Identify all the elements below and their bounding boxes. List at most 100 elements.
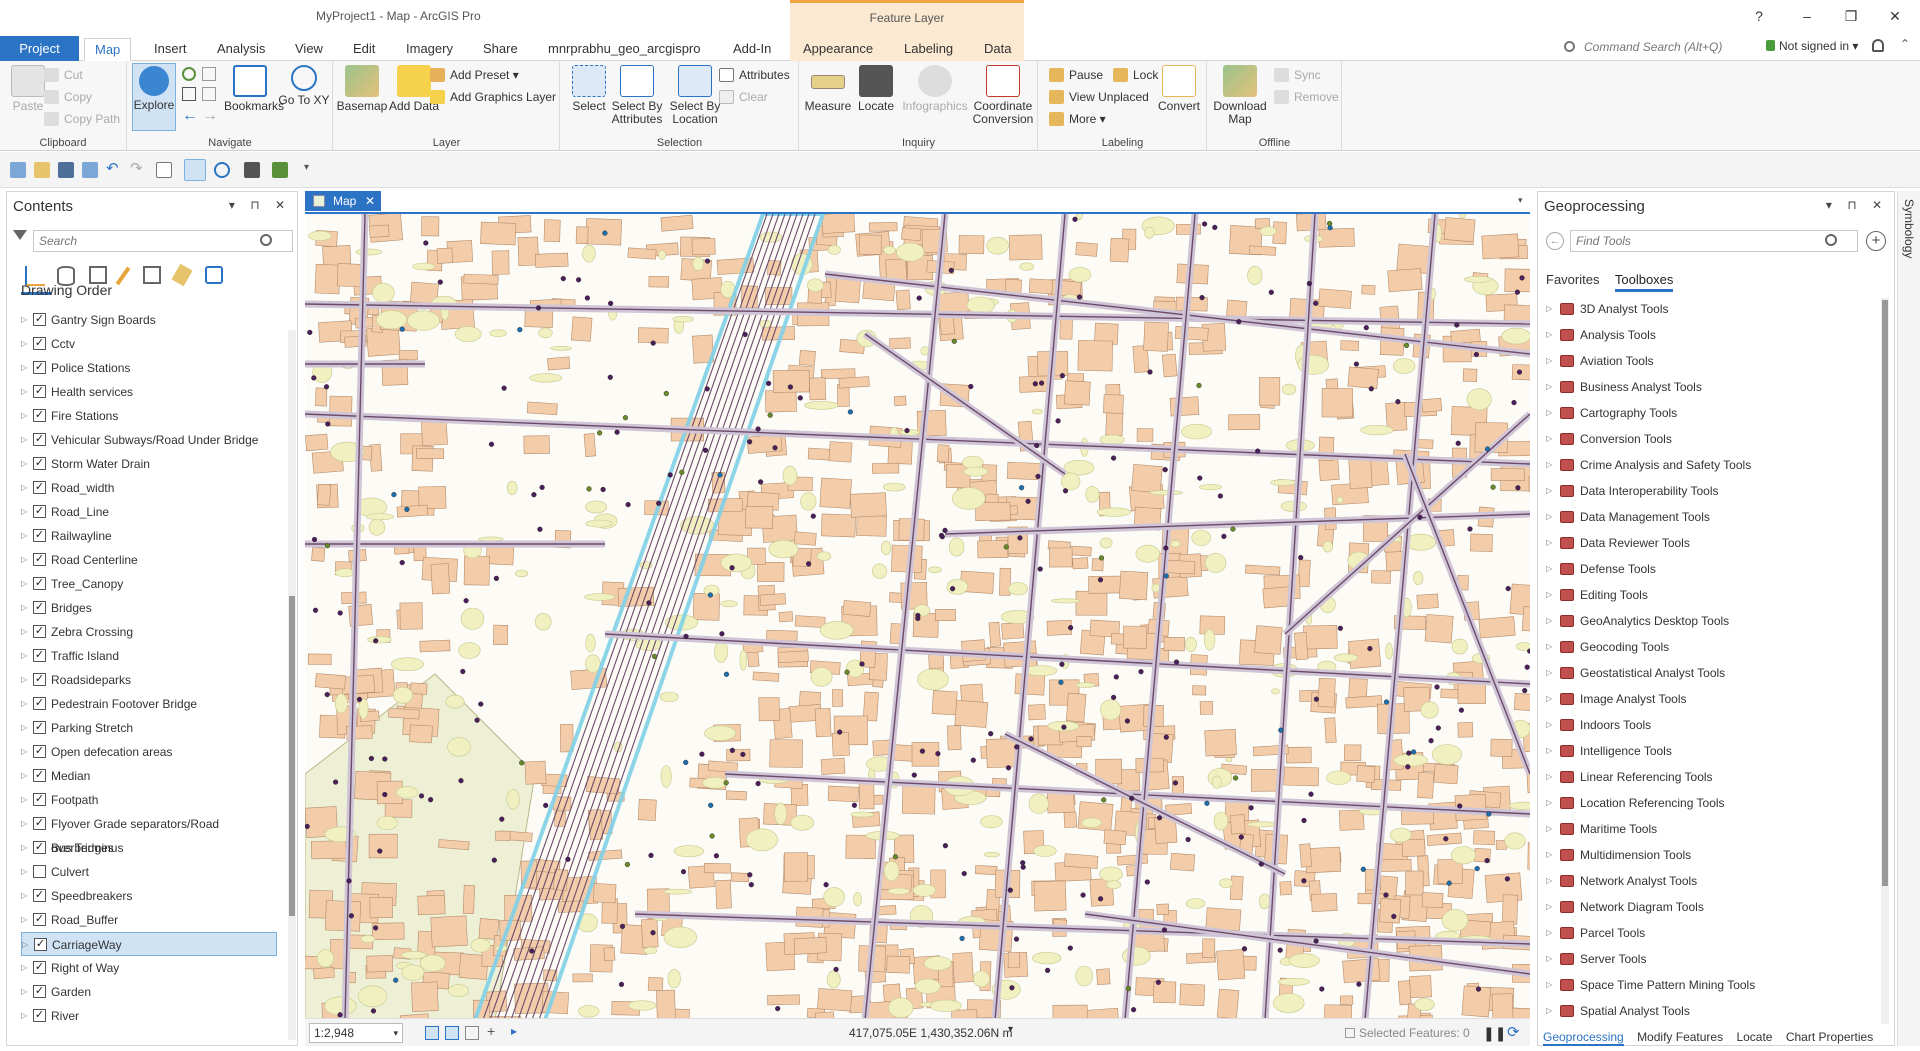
- expand-arrow-icon[interactable]: ▷: [21, 908, 27, 932]
- crosshair-icon[interactable]: +: [487, 1023, 495, 1039]
- explore-button[interactable]: Explore: [132, 63, 176, 131]
- back-icon[interactable]: ←: [1546, 232, 1564, 250]
- scale-dropdown[interactable]: 1:2,948 ▾: [309, 1023, 403, 1043]
- goto-xy-small-icon[interactable]: [272, 162, 288, 178]
- zoom-in-icon[interactable]: [214, 162, 230, 178]
- ribbon-collapse-icon[interactable]: ⌃: [1900, 37, 1910, 51]
- list-by-perspective-icon[interactable]: [205, 266, 223, 284]
- help-button[interactable]: ?: [1744, 5, 1774, 27]
- toolbox-item[interactable]: ▷ Parcel Tools: [1538, 920, 1878, 946]
- expand-arrow-icon[interactable]: ▷: [21, 572, 27, 596]
- expand-arrow-icon[interactable]: ▷: [21, 476, 27, 500]
- layer-row[interactable]: ▷ ✓ Police Stations: [7, 356, 285, 380]
- layer-visibility-checkbox[interactable]: ✓: [33, 721, 46, 734]
- expand-arrow-icon[interactable]: ▷: [1546, 894, 1552, 920]
- back-arrow-icon[interactable]: ←: [182, 107, 198, 125]
- toolbox-item[interactable]: ▷ Geocoding Tools: [1538, 634, 1878, 660]
- expand-arrow-icon[interactable]: ▷: [21, 740, 27, 764]
- toolbox-item[interactable]: ▷ Geostatistical Analyst Tools: [1538, 660, 1878, 686]
- binoculars-small-icon[interactable]: [244, 162, 260, 178]
- new-project-icon[interactable]: [10, 162, 26, 178]
- map-view-options-icon[interactable]: ▾: [1518, 195, 1523, 206]
- layer-visibility-checkbox[interactable]: ✓: [33, 985, 46, 998]
- toolbox-item[interactable]: ▷ Multidimension Tools: [1538, 842, 1878, 868]
- explore-tool-icon[interactable]: [184, 159, 206, 181]
- tab-chart-properties[interactable]: Chart Properties: [1786, 1030, 1873, 1044]
- layer-row[interactable]: ▷ ✓ Health services: [7, 380, 285, 404]
- remove-button[interactable]: Remove: [1274, 87, 1339, 107]
- layer-row[interactable]: ▷ ✓ Road_Line: [7, 500, 285, 524]
- convert-button[interactable]: Convert: [1153, 65, 1205, 113]
- tab-share[interactable]: Share: [473, 38, 528, 61]
- layer-row[interactable]: ▷ ✓ Median: [7, 764, 285, 788]
- expand-arrow-icon[interactable]: ▷: [21, 356, 27, 380]
- expand-arrow-icon[interactable]: ▷: [21, 716, 27, 740]
- layer-visibility-checkbox[interactable]: ✓: [33, 505, 46, 518]
- list-by-editing-icon[interactable]: [115, 266, 131, 286]
- goto-xy-button[interactable]: Go To XY: [278, 65, 330, 107]
- layer-row[interactable]: ▷ ✓ Fire Stations: [7, 404, 285, 428]
- tab-data[interactable]: Data: [974, 38, 1021, 61]
- signin-button[interactable]: Not signed in ▾: [1766, 39, 1858, 53]
- expand-arrow-icon[interactable]: ▷: [1546, 556, 1552, 582]
- table-grid-icon[interactable]: [465, 1026, 479, 1040]
- selected-features-count[interactable]: Selected Features: 0: [1345, 1026, 1470, 1040]
- toolbox-scrollbar[interactable]: [1881, 298, 1889, 1024]
- expand-arrow-icon[interactable]: ▷: [1546, 400, 1552, 426]
- layer-row[interactable]: ▷ ✓ CarriageWay: [21, 932, 277, 956]
- layer-visibility-checkbox[interactable]: ✓: [33, 961, 46, 974]
- toolbox-item[interactable]: ▷ Space Time Pattern Mining Tools: [1538, 972, 1878, 998]
- expand-arrow-icon[interactable]: ▷: [21, 956, 27, 980]
- expand-arrow-icon[interactable]: ▷: [21, 596, 27, 620]
- view-unplaced-button[interactable]: View Unplaced: [1049, 87, 1149, 107]
- layer-row[interactable]: ▷ ✓ Parking Stretch: [7, 716, 285, 740]
- open-project-icon[interactable]: [34, 162, 50, 178]
- minimize-button[interactable]: –: [1792, 5, 1822, 27]
- layer-row[interactable]: ▷ ✓ Traffic Island: [7, 644, 285, 668]
- expand-arrow-icon[interactable]: ▷: [1546, 348, 1552, 374]
- expand-arrow-icon[interactable]: ▷: [21, 884, 27, 908]
- tab-appearance[interactable]: Appearance: [793, 38, 883, 61]
- contents-search-input[interactable]: Search: [33, 230, 293, 252]
- expand-arrow-icon[interactable]: ▷: [1546, 764, 1552, 790]
- expand-arrow-icon[interactable]: ▷: [21, 644, 27, 668]
- list-by-snapping-icon[interactable]: [143, 266, 161, 284]
- expand-arrow-icon[interactable]: ▷: [1546, 660, 1552, 686]
- layer-row[interactable]: ▷ ✓ Bus Terminus: [7, 836, 285, 860]
- expand-arrow-icon[interactable]: ▷: [21, 836, 27, 860]
- expand-arrow-icon[interactable]: ▷: [1546, 296, 1552, 322]
- layer-row[interactable]: ▷ ✓ River: [7, 1004, 285, 1028]
- coordinate-units-chevron-icon[interactable]: ▾: [1008, 1024, 1013, 1035]
- expand-arrow-icon[interactable]: ▷: [1546, 946, 1552, 972]
- layer-visibility-checkbox[interactable]: ✓: [33, 793, 46, 806]
- layer-visibility-checkbox[interactable]: ✓: [33, 841, 46, 854]
- layer-row[interactable]: ▷ ✓ Pedestrain Footover Bridge: [7, 692, 285, 716]
- table-icon[interactable]: [156, 162, 172, 178]
- filter-icon[interactable]: [13, 230, 27, 240]
- toolbox-item[interactable]: ▷ Indoors Tools: [1538, 712, 1878, 738]
- layer-visibility-checkbox[interactable]: ✓: [33, 1009, 46, 1022]
- expand-arrow-icon[interactable]: ▷: [21, 692, 27, 716]
- copy-button[interactable]: Copy: [44, 87, 92, 107]
- undo-icon[interactable]: ↶: [106, 159, 122, 177]
- bookmarks-button[interactable]: Bookmarks: [224, 65, 284, 113]
- tab-symbology[interactable]: Symbology: [1902, 199, 1916, 258]
- refresh-icon[interactable]: ⟳: [1507, 1023, 1520, 1041]
- layer-row[interactable]: ▷ ✓ Vehicular Subways/Road Under Bridge: [7, 428, 285, 452]
- tab-geoprocessing[interactable]: Geoprocessing: [1543, 1030, 1624, 1046]
- layer-visibility-checkbox[interactable]: ✓: [33, 337, 46, 350]
- copy-path-button[interactable]: Copy Path: [44, 109, 120, 129]
- close-button[interactable]: ✕: [1880, 5, 1910, 27]
- refresh-pointer-icon[interactable]: ▸: [511, 1024, 517, 1038]
- basemap-button[interactable]: Basemap: [336, 65, 388, 113]
- toolbox-item[interactable]: ▷ Server Tools: [1538, 946, 1878, 972]
- toolbox-item[interactable]: ▷ Network Analyst Tools: [1538, 868, 1878, 894]
- attributes-button[interactable]: Attributes: [719, 65, 790, 85]
- expand-arrow-icon[interactable]: ▷: [1546, 478, 1552, 504]
- layer-visibility-checkbox[interactable]: ✓: [33, 553, 46, 566]
- customize-toolbar-icon[interactable]: ▾: [304, 162, 320, 178]
- expand-arrow-icon[interactable]: ▷: [21, 524, 27, 548]
- fixed-zoom-icon[interactable]: [202, 67, 216, 81]
- toolbox-item[interactable]: ▷ 3D Analyst Tools: [1538, 296, 1878, 322]
- layer-visibility-checkbox[interactable]: ✓: [33, 673, 46, 686]
